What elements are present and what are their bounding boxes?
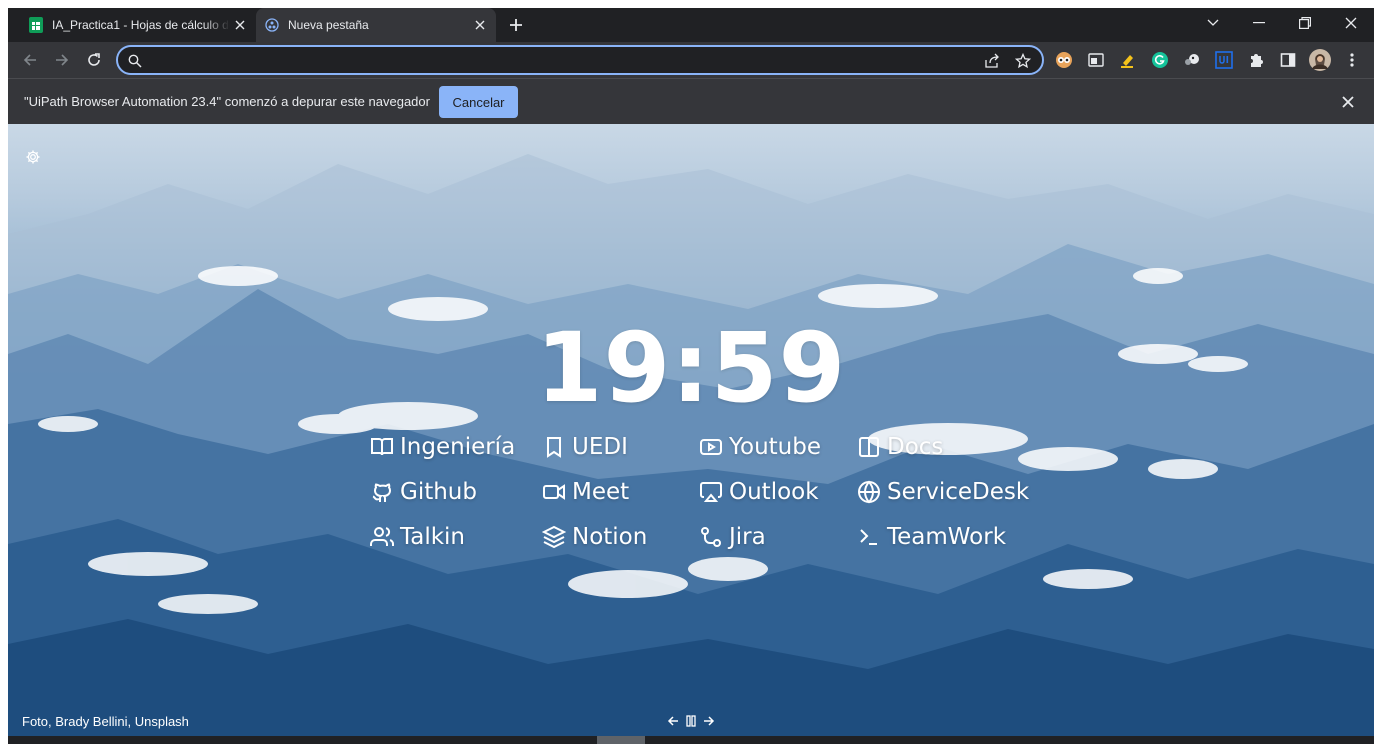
shortcut-jira[interactable]: Jira — [699, 524, 766, 550]
puzzle-icon[interactable] — [1244, 48, 1268, 72]
side-panel-icon[interactable] — [1276, 48, 1300, 72]
columns-icon — [857, 435, 881, 459]
tab-title: IA_Practica1 - Hojas de cálculo de Googl… — [52, 18, 230, 32]
shortcut-label: Talkin — [400, 524, 466, 550]
grammarly-icon[interactable] — [1148, 48, 1172, 72]
users-icon — [370, 525, 394, 549]
shortcut-label: UEDI — [572, 434, 628, 460]
shortcut-docs[interactable]: Docs — [857, 434, 943, 460]
star-icon[interactable] — [1013, 51, 1033, 71]
infobar-message: "UiPath Browser Automation 23.4" comenzó… — [24, 94, 430, 109]
shortcut-notion[interactable]: Notion — [542, 524, 647, 550]
pause-icon[interactable] — [683, 714, 699, 728]
highlighter-icon[interactable] — [1116, 48, 1140, 72]
arrow-right-icon[interactable] — [701, 714, 717, 728]
extension-window-icon[interactable] — [1084, 48, 1108, 72]
minimize-button[interactable] — [1236, 8, 1282, 38]
scrollbar-thumb[interactable] — [597, 736, 645, 744]
shortcut-outlook[interactable]: Outlook — [699, 479, 819, 505]
avatar[interactable] — [1308, 48, 1332, 72]
debug-infobar: "UiPath Browser Automation 23.4" comenzó… — [8, 78, 1374, 124]
shortcut-label: Docs — [887, 434, 944, 460]
new-tab-page: 19:59 Ingeniería UEDI Youtube Docs Githu… — [8, 124, 1374, 736]
forward-button[interactable] — [50, 48, 74, 72]
shortcut-servicedesk[interactable]: ServiceDesk — [857, 479, 1029, 505]
shortcut-label: Outlook — [729, 479, 819, 505]
restore-button[interactable] — [1282, 8, 1328, 38]
menu-kebab-icon[interactable] — [1340, 48, 1364, 72]
arrow-left-icon[interactable] — [665, 714, 681, 728]
tab-new-tab[interactable]: Nueva pestaña — [256, 8, 496, 42]
play-icon — [699, 435, 723, 459]
extension-ghost-icon[interactable] — [1180, 48, 1204, 72]
close-icon[interactable] — [230, 15, 250, 35]
google-sheets-icon — [28, 17, 44, 33]
tab-search-button[interactable] — [1190, 8, 1236, 38]
close-icon[interactable] — [1338, 92, 1358, 112]
shortcut-uedi[interactable]: UEDI — [542, 434, 628, 460]
book-open-icon — [370, 435, 394, 459]
close-window-button[interactable] — [1328, 8, 1374, 38]
settings-gear-icon[interactable] — [23, 147, 43, 167]
horizontal-scrollbar[interactable] — [8, 736, 1374, 744]
uipath-icon[interactable] — [1212, 48, 1236, 72]
layers-icon — [542, 525, 566, 549]
shortcut-ingenieria[interactable]: Ingeniería — [370, 434, 515, 460]
shortcut-label: TeamWork — [887, 524, 1007, 550]
shortcut-teamwork[interactable]: TeamWork — [857, 524, 1006, 550]
reload-button[interactable] — [82, 48, 106, 72]
browser-window: IA_Practica1 - Hojas de cálculo de Googl… — [8, 8, 1374, 744]
share-icon[interactable] — [982, 51, 1002, 71]
tab-sheets[interactable]: IA_Practica1 - Hojas de cálculo de Googl… — [20, 8, 256, 42]
shortcut-label: Jira — [729, 524, 766, 550]
video-icon — [542, 480, 566, 504]
bookmark-icon — [542, 435, 566, 459]
shortcut-youtube[interactable]: Youtube — [699, 434, 821, 460]
tab-strip: IA_Practica1 - Hojas de cálculo de Googl… — [8, 8, 1374, 42]
cancel-button[interactable]: Cancelar — [439, 86, 518, 118]
airplay-icon — [699, 480, 723, 504]
shortcut-label: Meet — [572, 479, 630, 505]
clock: 19:59 — [535, 312, 847, 424]
photo-credit[interactable]: Foto, Brady Bellini, Unsplash — [22, 714, 189, 729]
address-bar[interactable] — [116, 45, 1044, 75]
tab-title: Nueva pestaña — [288, 18, 369, 32]
github-icon — [370, 480, 394, 504]
terminal-icon — [857, 525, 881, 549]
new-tab-button[interactable] — [504, 13, 528, 37]
globe-icon — [857, 480, 881, 504]
git-commit-icon — [699, 525, 723, 549]
shortcut-label: ServiceDesk — [887, 479, 1030, 505]
new-tab-icon — [264, 17, 280, 33]
shortcut-label: Youtube — [729, 434, 821, 460]
shortcut-label: Github — [400, 479, 477, 505]
mountain-background-image — [8, 154, 1374, 736]
shortcut-github[interactable]: Github — [370, 479, 477, 505]
extension-eyes-icon[interactable] — [1052, 48, 1076, 72]
address-input[interactable] — [152, 49, 956, 73]
shortcut-label: Ingeniería — [400, 434, 516, 460]
back-button[interactable] — [18, 48, 42, 72]
shortcut-meet[interactable]: Meet — [542, 479, 629, 505]
toolbar — [8, 42, 1374, 78]
search-icon — [125, 51, 145, 71]
shortcut-label: Notion — [572, 524, 648, 550]
shortcut-talkin[interactable]: Talkin — [370, 524, 465, 550]
close-icon[interactable] — [470, 15, 490, 35]
